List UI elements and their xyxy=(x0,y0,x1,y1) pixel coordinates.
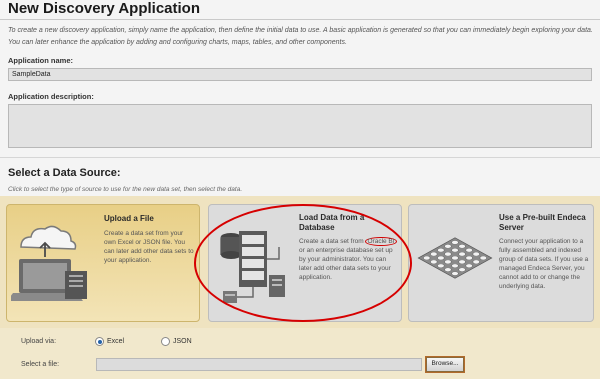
laptop-file-upload-icon xyxy=(11,225,87,301)
section-divider xyxy=(0,157,600,158)
upload-options-panel: Upload via: Excel JSON Select a file: Br… xyxy=(0,328,600,379)
upload-file-description: Create a data set from your own Excel or… xyxy=(104,230,194,264)
file-path-input[interactable] xyxy=(96,358,422,371)
database-server-icon xyxy=(220,231,285,303)
json-radio-label: JSON xyxy=(173,338,192,345)
application-description-label: Application description: xyxy=(8,92,94,101)
endeca-server-title: Use a Pre-built Endeca Server xyxy=(499,213,586,232)
application-name-input[interactable]: SampleData xyxy=(8,68,592,81)
page-title: New Discovery Application xyxy=(8,0,200,17)
application-name-label: Application name: xyxy=(8,56,74,65)
database-description: Create a data set from Oracle BI or an e… xyxy=(299,237,399,282)
upload-via-label: Upload via: xyxy=(21,338,57,345)
endeca-server-card[interactable]: Use a Pre-built Endeca Server Connect yo… xyxy=(408,204,594,322)
browse-button[interactable]: Browse... xyxy=(426,357,464,372)
database-card[interactable]: Load Data from a Database Create a data … xyxy=(208,204,402,322)
excel-radio[interactable] xyxy=(95,337,104,346)
select-file-label: Select a file: xyxy=(21,361,60,368)
data-source-heading: Select a Data Source: xyxy=(8,167,121,179)
json-radio[interactable] xyxy=(161,337,170,346)
application-description-textarea[interactable] xyxy=(8,104,592,148)
data-source-hint: Click to select the type of source to us… xyxy=(8,186,243,193)
endeca-server-description: Connect your application to a fully asse… xyxy=(499,238,589,290)
upload-file-title: Upload a File xyxy=(104,214,154,223)
oracle-bi-highlight: Oracle BI xyxy=(365,237,397,246)
upload-file-card[interactable]: Upload a File Create a data set from you… xyxy=(6,204,200,322)
database-description-end: or an enterprise database set up by your… xyxy=(299,247,393,281)
intro-text: To create a new discovery application, s… xyxy=(8,27,593,46)
title-divider xyxy=(0,19,600,20)
database-description-start: Create a data set from xyxy=(299,238,366,245)
database-title: Load Data from a Database xyxy=(299,213,365,232)
excel-radio-label: Excel xyxy=(107,338,125,345)
endeca-grid-icon xyxy=(417,237,493,279)
